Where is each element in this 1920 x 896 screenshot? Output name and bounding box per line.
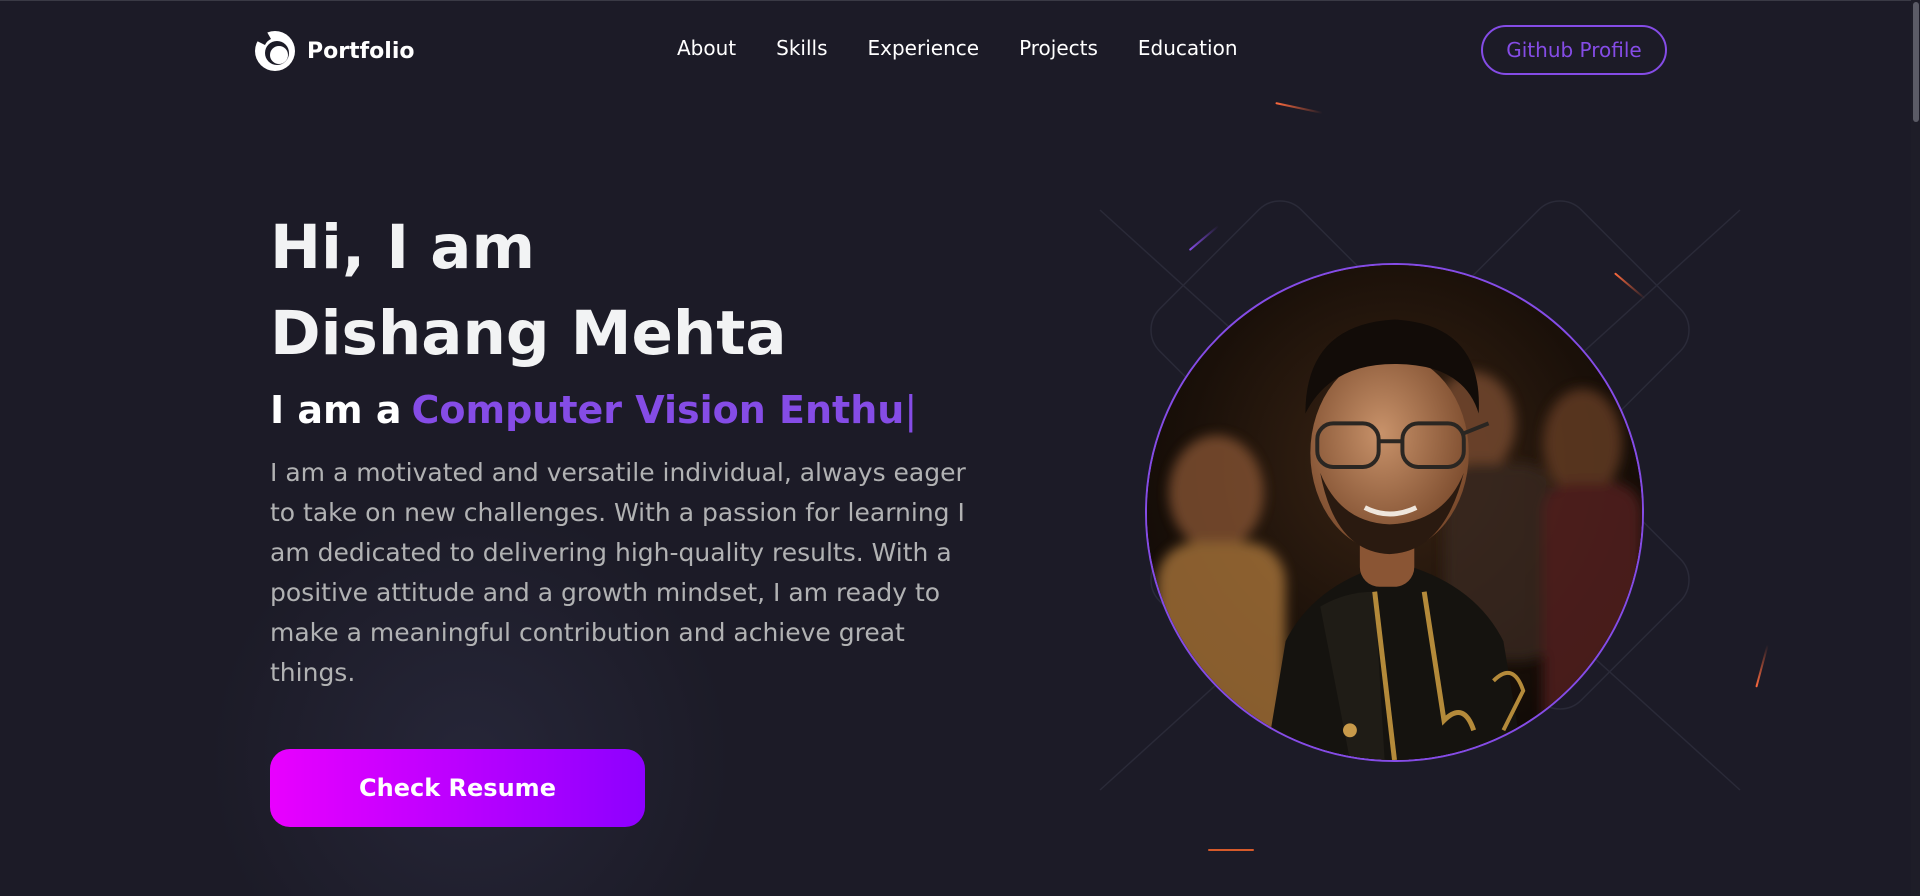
hero-description: I am a motivated and versatile individua…	[270, 458, 966, 687]
github-profile-button[interactable]: Github Profile	[1481, 25, 1667, 75]
brand-link[interactable]: Portfolio	[253, 28, 415, 74]
portfolio-logo-icon	[255, 31, 295, 71]
hero-name: Dishang Mehta	[270, 298, 787, 369]
role-prefix: I am a	[270, 388, 402, 432]
nav-link-education[interactable]: Education	[1138, 36, 1238, 60]
nav-link-about[interactable]: About	[677, 36, 736, 60]
role-typed-text: Computer Vision Enthu	[411, 388, 905, 432]
navbar: Portfolio About Skills Experience Projec…	[0, 0, 1920, 102]
profile-photo	[1145, 263, 1644, 762]
typing-cursor: |	[904, 388, 918, 432]
nav-link-projects[interactable]: Projects	[1019, 36, 1098, 60]
hero-role-line: I am a Computer Vision Enthu|	[270, 385, 970, 435]
check-resume-button[interactable]: Check Resume	[270, 749, 645, 827]
nav-menu: About Skills Experience Projects Educati…	[677, 36, 1238, 60]
scrollbar-thumb[interactable]	[1913, 2, 1919, 122]
scrollbar-track[interactable]	[1911, 0, 1920, 896]
nav-link-experience[interactable]: Experience	[868, 36, 980, 60]
hero-greeting: Hi, I am	[270, 212, 536, 283]
brand-name: Portfolio	[307, 38, 415, 64]
profile-photo-illustration	[1147, 265, 1642, 760]
nav-link-skills[interactable]: Skills	[776, 36, 827, 60]
spark-decoration	[1208, 849, 1254, 851]
hero-section: Hi, I am Dishang Mehta I am a Computer Vi…	[270, 205, 970, 693]
portfolio-page: Portfolio About Skills Experience Projec…	[0, 0, 1920, 896]
